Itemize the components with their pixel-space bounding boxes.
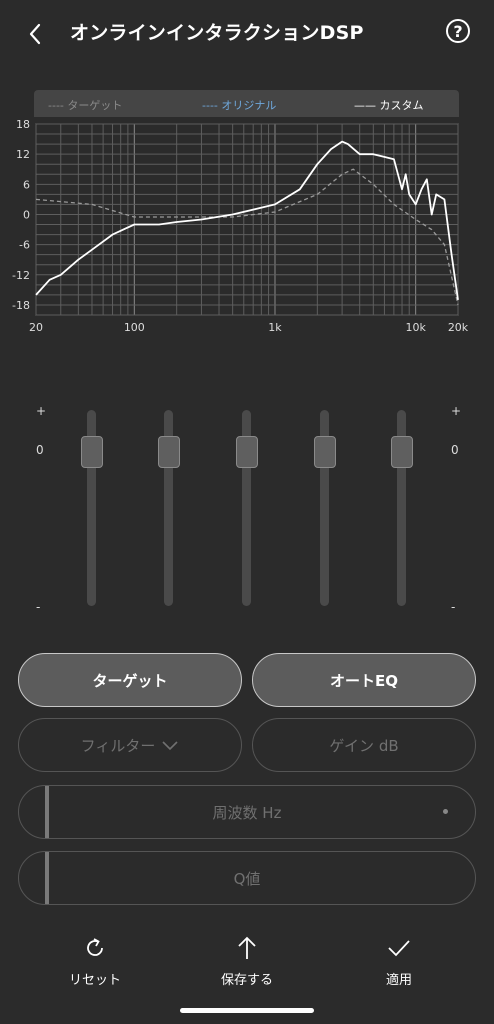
x-tick-label: 20k	[448, 321, 469, 334]
reset-label: リセット	[68, 973, 121, 988]
slider-plus-label-left: +	[36, 404, 47, 418]
frequency-slider[interactable]: 周波数 Hz	[18, 785, 476, 839]
x-tick-label: 10k	[405, 321, 426, 334]
frequency-response-chart: 18 12 6 0 -6 -12 -18 20 100 1k 10k 20k	[12, 118, 469, 334]
question-icon: ?	[453, 21, 463, 41]
target-button-label: ターゲット	[92, 671, 168, 690]
x-tick-label: 20	[29, 321, 43, 334]
q-slider[interactable]: Q値	[18, 851, 476, 905]
eq-slider-1-thumb[interactable]	[81, 436, 103, 468]
filter-dropdown[interactable]: フィルター	[18, 718, 242, 772]
y-tick-label: 6	[23, 178, 30, 191]
back-button[interactable]	[22, 20, 50, 48]
slider-minus-label-right: -	[451, 600, 456, 614]
reset-button[interactable]: リセット	[50, 935, 140, 988]
apply-button[interactable]: 適用	[354, 935, 444, 988]
chevron-down-icon	[162, 741, 178, 751]
slider-zero-label-left: 0	[36, 443, 44, 457]
y-tick-label: -12	[12, 269, 30, 282]
save-button[interactable]: 保存する	[202, 935, 292, 988]
y-tick-label: 0	[23, 208, 30, 221]
gain-field-label: ゲイン dB	[329, 736, 399, 755]
chart-frame	[35, 123, 459, 316]
q-slider-handle[interactable]	[45, 852, 49, 904]
reset-icon	[87, 938, 103, 956]
auto-eq-button[interactable]: オートEQ	[252, 653, 476, 707]
y-tick-label: 18	[16, 118, 30, 131]
auto-eq-button-label: オートEQ	[330, 671, 398, 690]
chevron-left-icon	[29, 23, 41, 45]
checkmark-icon	[388, 940, 410, 957]
help-button[interactable]: ?	[446, 19, 470, 43]
eq-slider-2-thumb[interactable]	[158, 436, 180, 468]
frequency-slider-handle[interactable]	[45, 786, 49, 838]
y-tick-label: -18	[12, 299, 30, 312]
frequency-slider-label: 周波数 Hz	[212, 803, 282, 822]
save-label: 保存する	[220, 973, 273, 988]
target-button[interactable]: ターゲット	[18, 653, 242, 707]
chart-legend: ---- ターゲット ---- オリジナル —— カスタム	[34, 90, 459, 117]
q-slider-label: Q値	[233, 869, 261, 888]
slider-zero-label-right: 0	[451, 443, 459, 457]
eq-slider-4-thumb[interactable]	[314, 436, 336, 468]
page-title: オンラインインタラクションDSP	[70, 22, 364, 44]
eq-slider-5-thumb[interactable]	[391, 436, 413, 468]
y-tick-label: 12	[16, 148, 30, 161]
frequency-slider-dot	[443, 809, 448, 814]
filter-dropdown-label: フィルター	[80, 736, 156, 755]
apply-label: 適用	[385, 973, 412, 988]
y-tick-label: -6	[19, 239, 30, 252]
legend-custom: —— カスタム	[354, 99, 424, 112]
x-tick-label: 100	[124, 321, 145, 334]
eq-slider-3-thumb[interactable]	[236, 436, 258, 468]
legend-target: ---- ターゲット	[48, 99, 123, 112]
x-tick-label: 1k	[268, 321, 282, 334]
arrow-up-icon	[238, 936, 256, 959]
gain-field[interactable]: ゲイン dB	[252, 718, 476, 772]
legend-original: ---- オリジナル	[202, 99, 277, 112]
home-indicator	[180, 1008, 314, 1013]
series-line-2	[35, 140, 459, 301]
slider-minus-label-left: -	[36, 600, 41, 614]
slider-plus-label-right: +	[451, 404, 462, 418]
